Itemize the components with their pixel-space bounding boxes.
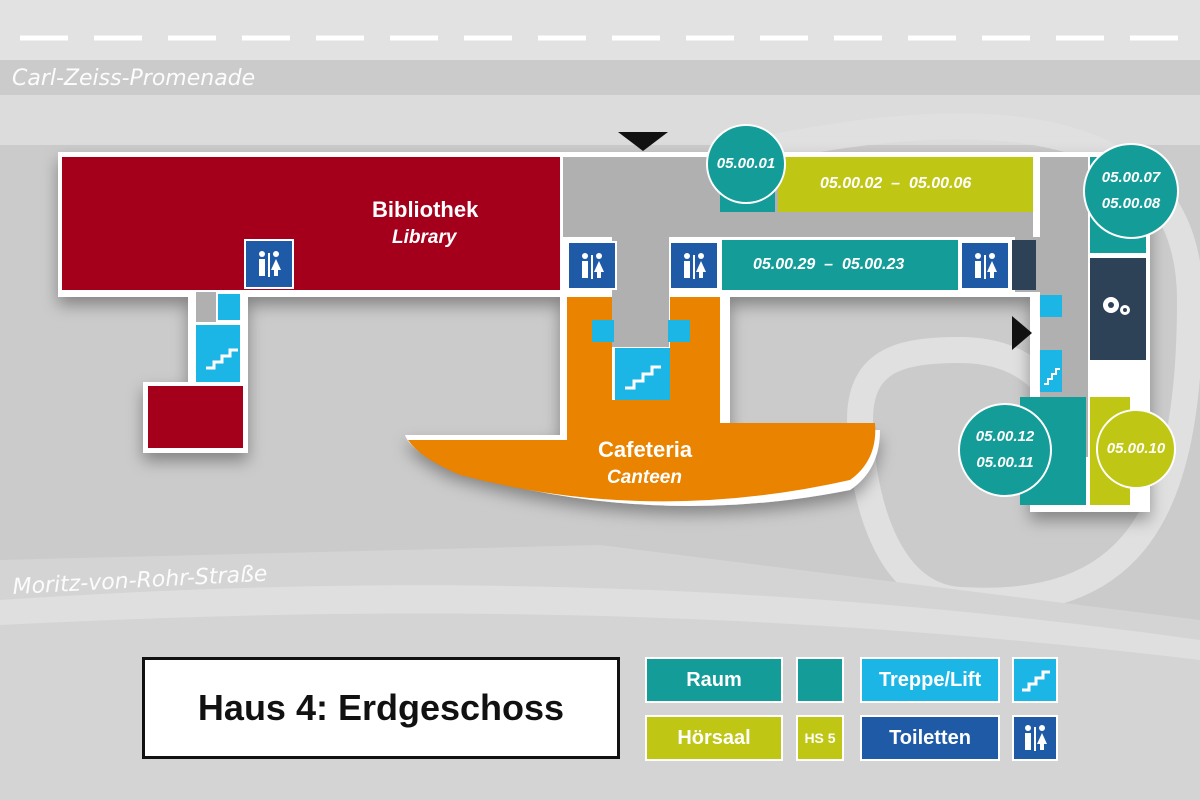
library-annex	[148, 386, 243, 448]
legend-label: Hörsaal	[677, 726, 751, 749]
room-label: 05.00.11	[976, 454, 1034, 471]
room-05-00-07-08: 05.00.07 05.00.08	[1083, 143, 1179, 239]
legend-room: Raum	[645, 657, 783, 703]
gears-icon	[1098, 292, 1138, 322]
room-05-00-10: 05.00.10	[1096, 409, 1176, 489]
legend-stairs: Treppe/Lift	[860, 657, 1000, 703]
legend-toilets: Toiletten	[860, 715, 1000, 761]
room-label: 05.00.07	[1101, 169, 1161, 186]
room-label: 05.00.10	[1106, 440, 1166, 457]
room-label: 05.00.08	[1101, 195, 1161, 212]
toilet-icon	[1012, 715, 1058, 761]
floor-title-text: Haus 4: Erdgeschoss	[197, 687, 565, 728]
legend-room-swatch	[796, 657, 844, 703]
legend-lecture-swatch: HS 5	[796, 715, 844, 761]
cafeteria-label: Cafeteria	[598, 437, 693, 462]
legend-label: Toiletten	[889, 726, 971, 749]
room-label-05-00-29: 05.00.29 – 05.00.23	[753, 256, 905, 273]
floor-title: Haus 4: Erdgeschoss	[142, 657, 620, 759]
campus-map: Carl-Zeiss-Promenade Moritz-von-Rohr-Str…	[0, 0, 1200, 800]
room-label-05-00-02: 05.00.02 – 05.00.06	[820, 175, 972, 192]
legend-label: Raum	[686, 668, 742, 691]
entrance-arrow-icon	[618, 132, 668, 151]
toilet-icon	[244, 239, 294, 289]
room-label: 05.00.01	[716, 155, 776, 172]
room-05-00-01: 05.00.01	[706, 124, 786, 204]
toilet-icon	[669, 241, 719, 290]
library-label-en: Library	[392, 227, 457, 248]
toilet-icon	[960, 241, 1010, 290]
library-area	[62, 157, 560, 290]
entrance-arrow-icon	[1012, 316, 1032, 350]
legend-label: Treppe/Lift	[878, 668, 982, 691]
cafeteria-label-en: Canteen	[607, 467, 682, 488]
corridor-stem	[612, 237, 669, 347]
library-label: Bibliothek	[372, 197, 479, 222]
legend-lecture: Hörsaal	[645, 715, 783, 761]
toilet-icon	[567, 241, 617, 290]
legend-label: HS 5	[804, 730, 836, 746]
room-05-00-12-11: 05.00.12 05.00.11	[958, 403, 1052, 497]
room-label: 05.00.12	[975, 428, 1035, 445]
stairs-icon	[1012, 657, 1058, 703]
